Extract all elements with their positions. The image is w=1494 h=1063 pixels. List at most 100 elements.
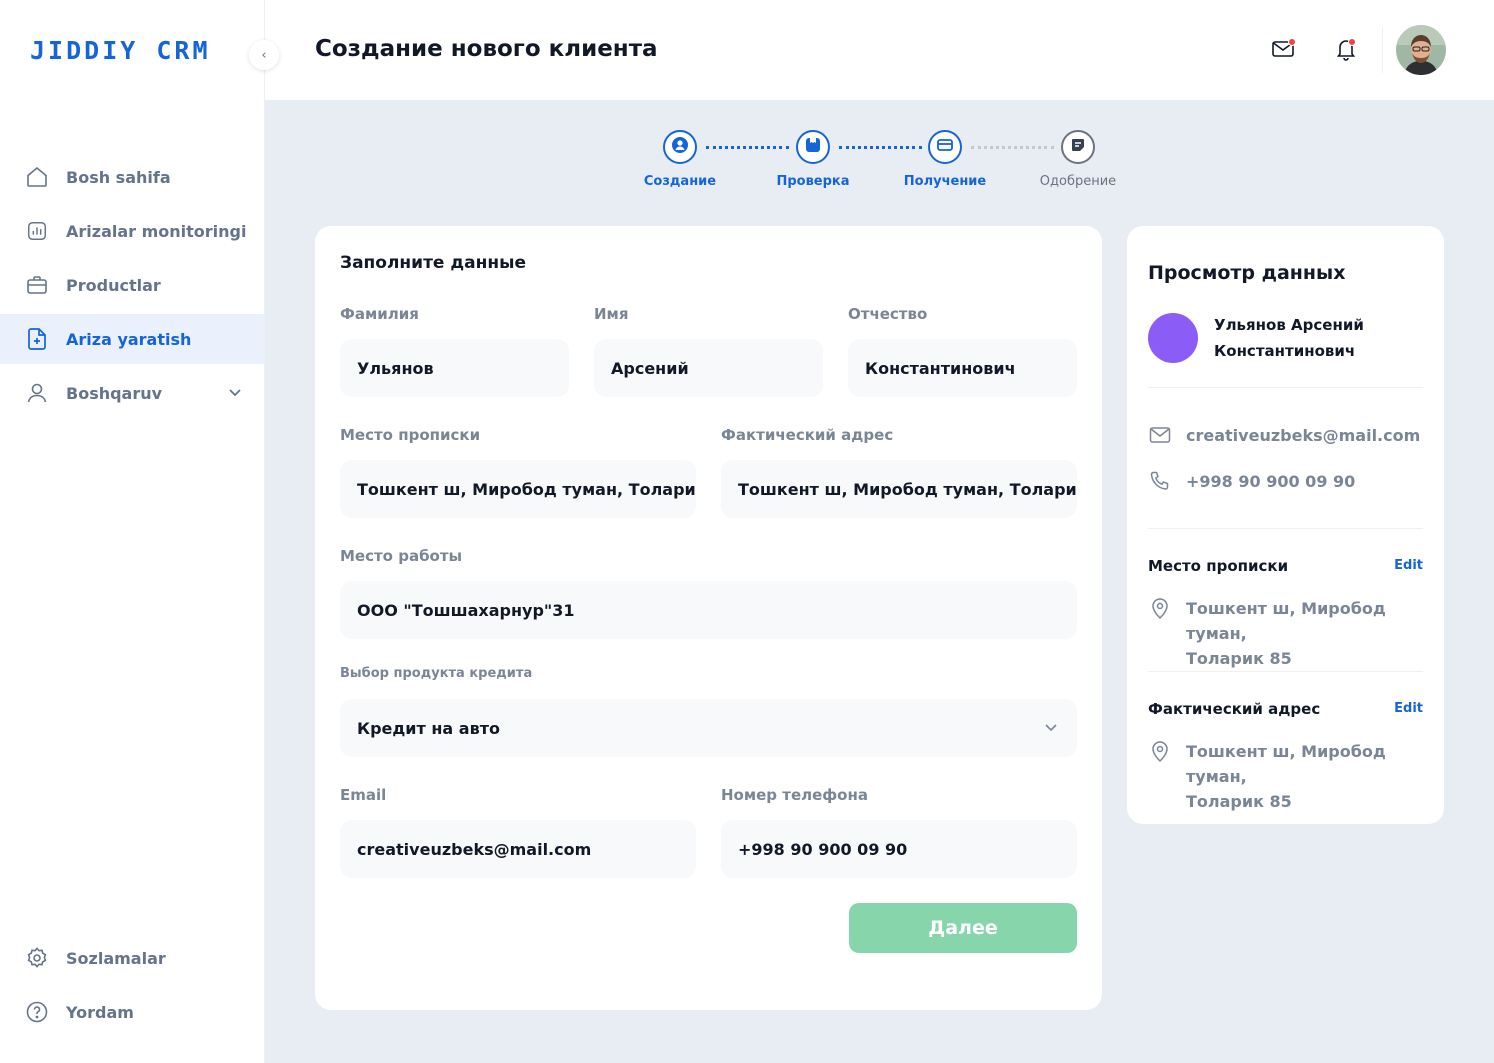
registration-address-input[interactable]: Тошкент ш, Миробод туман, Толари... <box>340 460 696 518</box>
step-odobrenie[interactable]: Одобрение <box>1013 130 1143 189</box>
mail-icon <box>1148 423 1172 447</box>
step-label: Создание <box>643 174 717 189</box>
actual-address-label: Фактический адрес <box>721 426 894 444</box>
sidebar-item-label: Sozlamalar <box>66 948 166 968</box>
sidebar-item-sozlamalar[interactable]: Sozlamalar <box>0 933 265 983</box>
step-circle <box>928 130 962 164</box>
sidebar-item-label: Bosh sahifa <box>66 167 171 187</box>
phone-icon <box>1148 469 1172 493</box>
client-avatar <box>1148 313 1198 363</box>
notifications-button[interactable] <box>1332 37 1360 65</box>
preview-email: creativeuzbeks@mail.com <box>1186 426 1421 445</box>
notification-dot <box>1288 38 1296 46</box>
sidebar-item-label: Ariza yaratish <box>66 329 192 349</box>
credit-product-value: Кредит на авто <box>357 718 500 738</box>
header-divider <box>1382 27 1383 73</box>
location-pin-icon <box>1148 739 1172 763</box>
card-icon <box>936 137 954 157</box>
client-name-line1: Ульянов Арсений <box>1214 316 1364 334</box>
email-label: Email <box>340 786 387 804</box>
actual-edit-link[interactable]: Edit <box>1394 701 1423 716</box>
app-logo[interactable]: JIDDIY CRM <box>30 36 211 65</box>
sidebar-item-label: Arizalar monitoringi <box>66 221 247 241</box>
step-label: Проверка <box>776 174 850 189</box>
chevron-down-icon <box>1043 719 1059 739</box>
preview-phone-row: +998 90 900 09 90 <box>1148 469 1355 494</box>
actual-address-input[interactable]: Тошкент ш, Миробод туман, Толари... <box>721 460 1077 518</box>
credit-product-label: Выбор продукта кредита <box>340 666 533 681</box>
divider <box>1148 671 1423 672</box>
chevron-down-icon[interactable] <box>227 384 243 404</box>
first-name-label: Имя <box>594 305 629 323</box>
sidebar-item-label: Yordam <box>66 1002 134 1022</box>
patronymic-input[interactable]: Константинович <box>848 339 1077 397</box>
registration-address-label: Место прописки <box>340 426 481 444</box>
gear-icon <box>24 945 50 971</box>
client-name-line2: Константинович <box>1214 342 1356 360</box>
box-icon <box>804 136 822 158</box>
data-preview-card: Просмотр данных Ульянов Арсений Констант… <box>1127 226 1444 824</box>
registration-edit-link[interactable]: Edit <box>1394 558 1423 573</box>
step-circle <box>663 130 697 164</box>
sidebar-item-label: Boshqaruv <box>66 383 163 403</box>
last-name-label: Фамилия <box>340 305 419 323</box>
form-title: Заполните данные <box>340 253 526 273</box>
client-form-card: Заполните данные Фамилия Ульянов Имя Арс… <box>315 226 1102 1010</box>
registration-section-label: Место прописки <box>1148 557 1289 575</box>
user-avatar[interactable] <box>1396 25 1446 75</box>
note-icon <box>1070 137 1086 157</box>
sidebar-item-yordam[interactable]: Yordam <box>0 987 265 1037</box>
workplace-input[interactable]: ООО "Тошшахарнур"31 <box>340 581 1077 639</box>
step-proverka[interactable]: Проверка <box>748 130 878 189</box>
patronymic-label: Отчество <box>848 305 928 323</box>
page-title: Создание нового клиента <box>315 36 658 62</box>
mail-button[interactable] <box>1269 37 1297 65</box>
preview-title: Просмотр данных <box>1148 262 1346 284</box>
workplace-label: Место работы <box>340 547 463 565</box>
email-input[interactable]: creativeuzbeks@mail.com <box>340 820 696 878</box>
user-icon <box>24 380 50 406</box>
chevron-left-icon: ‹ <box>261 47 267 63</box>
chart-icon <box>24 218 50 244</box>
address-line: Тошкент ш, Миробод туман, <box>1186 742 1386 786</box>
sidebar-item-label: Productlar <box>66 275 161 295</box>
actual-address-row: Тошкент ш, Миробод туман, Толарик 85 <box>1148 739 1444 814</box>
notification-dot <box>1348 38 1356 46</box>
phone-input[interactable]: +998 90 900 09 90 <box>721 820 1077 878</box>
registration-address: Тошкент ш, Миробод туман, Толарик 85 <box>1186 596 1444 671</box>
client-name: Ульянов Арсений Константинович <box>1214 312 1424 364</box>
preview-phone: +998 90 900 09 90 <box>1186 472 1356 491</box>
help-icon <box>24 999 50 1025</box>
location-pin-icon <box>1148 596 1172 620</box>
home-icon <box>24 164 50 190</box>
sidebar: JIDDIY CRM Bosh sahifa Arizalar monitori… <box>0 0 265 1063</box>
sidebar-item-ariza-yaratish[interactable]: Ariza yaratish <box>0 314 265 364</box>
step-poluchenie[interactable]: Получение <box>880 130 1010 189</box>
document-add-icon <box>24 326 50 352</box>
sidebar-collapse-button[interactable]: ‹ <box>249 40 279 70</box>
step-label: Одобрение <box>1039 174 1117 189</box>
step-circle <box>1061 130 1095 164</box>
credit-product-select[interactable]: Кредит на авто <box>340 699 1077 757</box>
user-icon <box>671 136 689 158</box>
sidebar-item-boshqaruv[interactable]: Boshqaruv <box>0 368 265 418</box>
registration-address-row: Тошкент ш, Миробод туман, Толарик 85 <box>1148 596 1444 671</box>
address-line: Тошкент ш, Миробод туман, <box>1186 599 1386 643</box>
actual-address: Тошкент ш, Миробод туман, Толарик 85 <box>1186 739 1444 814</box>
divider <box>1148 528 1423 529</box>
top-header: Создание нового клиента <box>265 0 1494 100</box>
preview-email-row: creativeuzbeks@mail.com <box>1148 423 1420 448</box>
step-label: Получение <box>903 174 987 189</box>
address-line: Толарик 85 <box>1186 792 1292 811</box>
sidebar-item-arizalar-monitoringi[interactable]: Arizalar monitoringi <box>0 206 265 256</box>
actual-section-label: Фактический адрес <box>1148 700 1321 718</box>
divider <box>1148 387 1423 388</box>
phone-label: Номер телефона <box>721 786 868 804</box>
next-button[interactable]: Далее <box>849 903 1077 953</box>
sidebar-item-bosh-sahifa[interactable]: Bosh sahifa <box>0 152 265 202</box>
sidebar-item-productlar[interactable]: Productlar <box>0 260 265 310</box>
first-name-input[interactable]: Арсений <box>594 339 823 397</box>
last-name-input[interactable]: Ульянов <box>340 339 569 397</box>
briefcase-icon <box>24 272 50 298</box>
step-sozdanie[interactable]: Создание <box>615 130 745 189</box>
